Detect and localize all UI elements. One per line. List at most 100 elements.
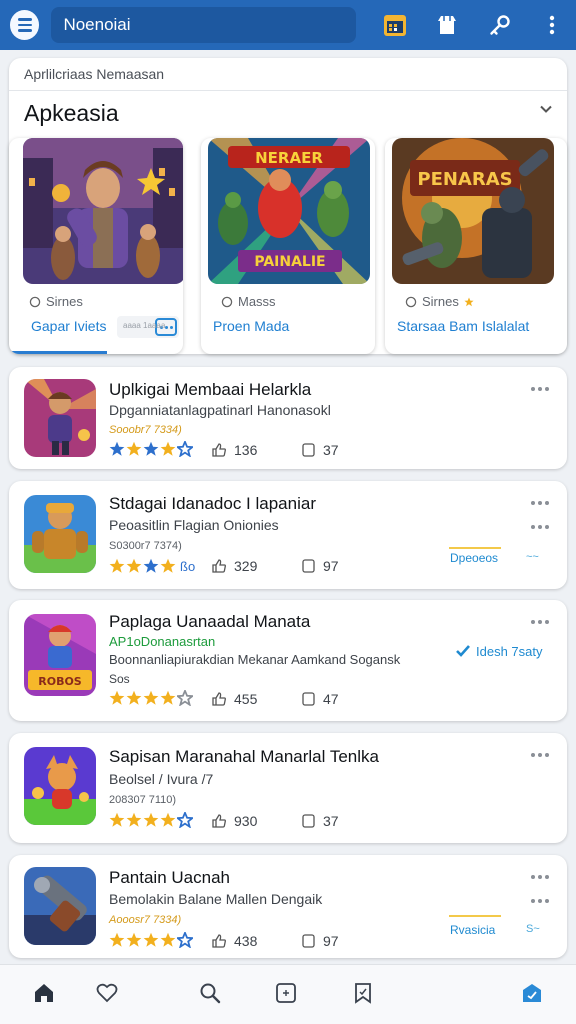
breadcrumb: Aprlilcriaas Nemaasan [24, 66, 165, 82]
likes-stat[interactable]: 455 [211, 691, 257, 707]
likes-count: 930 [234, 813, 258, 829]
star-icon [109, 812, 125, 827]
rating-stars: ßo [109, 558, 195, 574]
game-meta-label: Sirnes [46, 294, 83, 309]
game-meta: Sirnes [405, 294, 474, 309]
store-icon[interactable] [518, 979, 546, 1007]
star-icon [143, 812, 159, 827]
comments-stat[interactable]: 47 [301, 691, 339, 707]
thumbs-up-icon [212, 559, 226, 573]
star-icon [143, 558, 159, 573]
game-card[interactable]: Sirnes Gapar Iviets aaaa 1aaaa [9, 138, 183, 354]
list-item[interactable]: Stdagai Idanadoc I lapaniar Peoasitlin F… [9, 481, 567, 589]
game-action-link[interactable]: Gapar Iviets [31, 318, 106, 334]
comments-count: 97 [323, 558, 339, 574]
star-half-icon [177, 441, 193, 457]
chevron-down-icon[interactable] [539, 102, 553, 121]
likes-count: 136 [234, 442, 258, 458]
game-card[interactable]: NERAER PAINALIE Masss Proen Mada [201, 138, 375, 354]
more-vertical-icon[interactable] [539, 11, 566, 39]
more-horizontal-icon[interactable] [531, 753, 549, 757]
likes-count: 438 [234, 933, 258, 949]
item-title: Stdagai Idanadoc I lapaniar [109, 494, 316, 513]
check-icon [456, 645, 470, 657]
comment-icon [221, 296, 233, 307]
item-code: 208307 7110) [109, 794, 177, 806]
game-artwork [23, 138, 183, 284]
star-icon [143, 690, 159, 705]
game-meta-label: Sirnes [422, 294, 459, 309]
side-link[interactable]: Dpeoeos [450, 551, 498, 565]
item-title: Pantain Uacnah [109, 868, 230, 887]
star-icon [160, 812, 176, 827]
list-item[interactable]: Sapisan Maranahal Manarlal Tenlka Beolse… [9, 733, 567, 843]
more-horizontal-icon[interactable] [531, 525, 549, 529]
item-subtitle-extra: Sos [109, 672, 130, 686]
comments-stat[interactable]: 97 [301, 558, 339, 574]
side-link[interactable]: Rvasicia [450, 923, 495, 937]
shop-icon[interactable] [434, 11, 461, 39]
side-link[interactable]: Idesh 7saty [476, 644, 543, 659]
star-icon [160, 441, 176, 456]
trophy-icon [405, 296, 417, 307]
star-icon [143, 441, 159, 456]
app-thumbnail [24, 747, 96, 825]
menu-icon[interactable] [10, 10, 40, 40]
game-meta: Sirnes [29, 294, 83, 309]
likes-stat[interactable]: 329 [211, 558, 257, 574]
more-horizontal-icon[interactable] [531, 875, 549, 879]
star-icon [109, 690, 125, 705]
game-action-link[interactable]: Proen Mada [213, 318, 289, 334]
star-half-icon [177, 690, 193, 706]
home-icon[interactable] [30, 979, 58, 1007]
bottom-navigation [0, 964, 576, 1024]
comments-stat[interactable]: 37 [301, 442, 339, 458]
star-icon [464, 297, 474, 306]
chip-label: aaaa 1aaaa [123, 321, 166, 330]
list-item[interactable]: Uplkigai Membaai Helarkla Dpganniatanlag… [9, 367, 567, 469]
rating-text: ßo [180, 558, 196, 574]
key-icon[interactable] [486, 11, 513, 39]
puzzle-icon[interactable] [272, 979, 300, 1007]
svg-text:NERAER: NERAER [255, 149, 323, 167]
heart-icon[interactable] [93, 979, 121, 1007]
faint-mark: S~ [526, 923, 540, 935]
star-icon [143, 932, 159, 947]
more-horizontal-icon[interactable] [531, 387, 549, 391]
item-subtitle: Beolsel / Ivura /7 [109, 771, 214, 787]
comments-count: 37 [323, 813, 339, 829]
item-code: S0300r7 7374) [109, 540, 182, 552]
bookmark-icon[interactable] [349, 979, 377, 1007]
list-item[interactable]: Pantain Uacnah Bemolakin Balane Mallen D… [9, 855, 567, 958]
comments-stat[interactable]: 97 [301, 933, 339, 949]
item-subtitle: Peoasitlin Flagian Onionies [109, 517, 279, 533]
star-icon [160, 558, 176, 573]
game-action-link[interactable]: Starsaa Bam Islalalat [397, 318, 529, 334]
comments-count: 47 [323, 691, 339, 707]
divider [9, 90, 567, 91]
top-app-bar: Noenoiai [0, 0, 576, 50]
likes-stat[interactable]: 930 [211, 813, 257, 829]
likes-stat[interactable]: 136 [211, 442, 257, 458]
app-thumbnail [24, 495, 96, 573]
comment-icon [29, 296, 41, 307]
star-half-icon [177, 812, 193, 828]
search-input[interactable]: Noenoiai [51, 7, 357, 43]
section-title: Apkeasia [24, 100, 119, 126]
list-item[interactable]: ROBOS Paplaga Uanaadal Manata AP1oDonana… [9, 600, 567, 721]
likes-count: 455 [234, 691, 258, 707]
comments-stat[interactable]: 37 [301, 813, 339, 829]
thumbs-up-icon [212, 814, 226, 828]
search-icon[interactable] [196, 979, 224, 1007]
more-horizontal-icon[interactable] [531, 501, 549, 505]
svg-text:PENARAS: PENARAS [417, 169, 512, 190]
calendar-icon[interactable] [381, 11, 408, 39]
more-horizontal-icon[interactable] [531, 620, 549, 624]
game-card[interactable]: PENARAS Sirnes Starsaa Bam Islalalat [385, 138, 567, 354]
star-icon [109, 932, 125, 947]
more-horizontal-icon[interactable] [531, 899, 549, 903]
comments-count: 37 [323, 442, 339, 458]
likes-stat[interactable]: 438 [211, 933, 257, 949]
more-chip[interactable]: aaaa 1aaaa [117, 316, 179, 338]
link-underline [449, 547, 501, 549]
